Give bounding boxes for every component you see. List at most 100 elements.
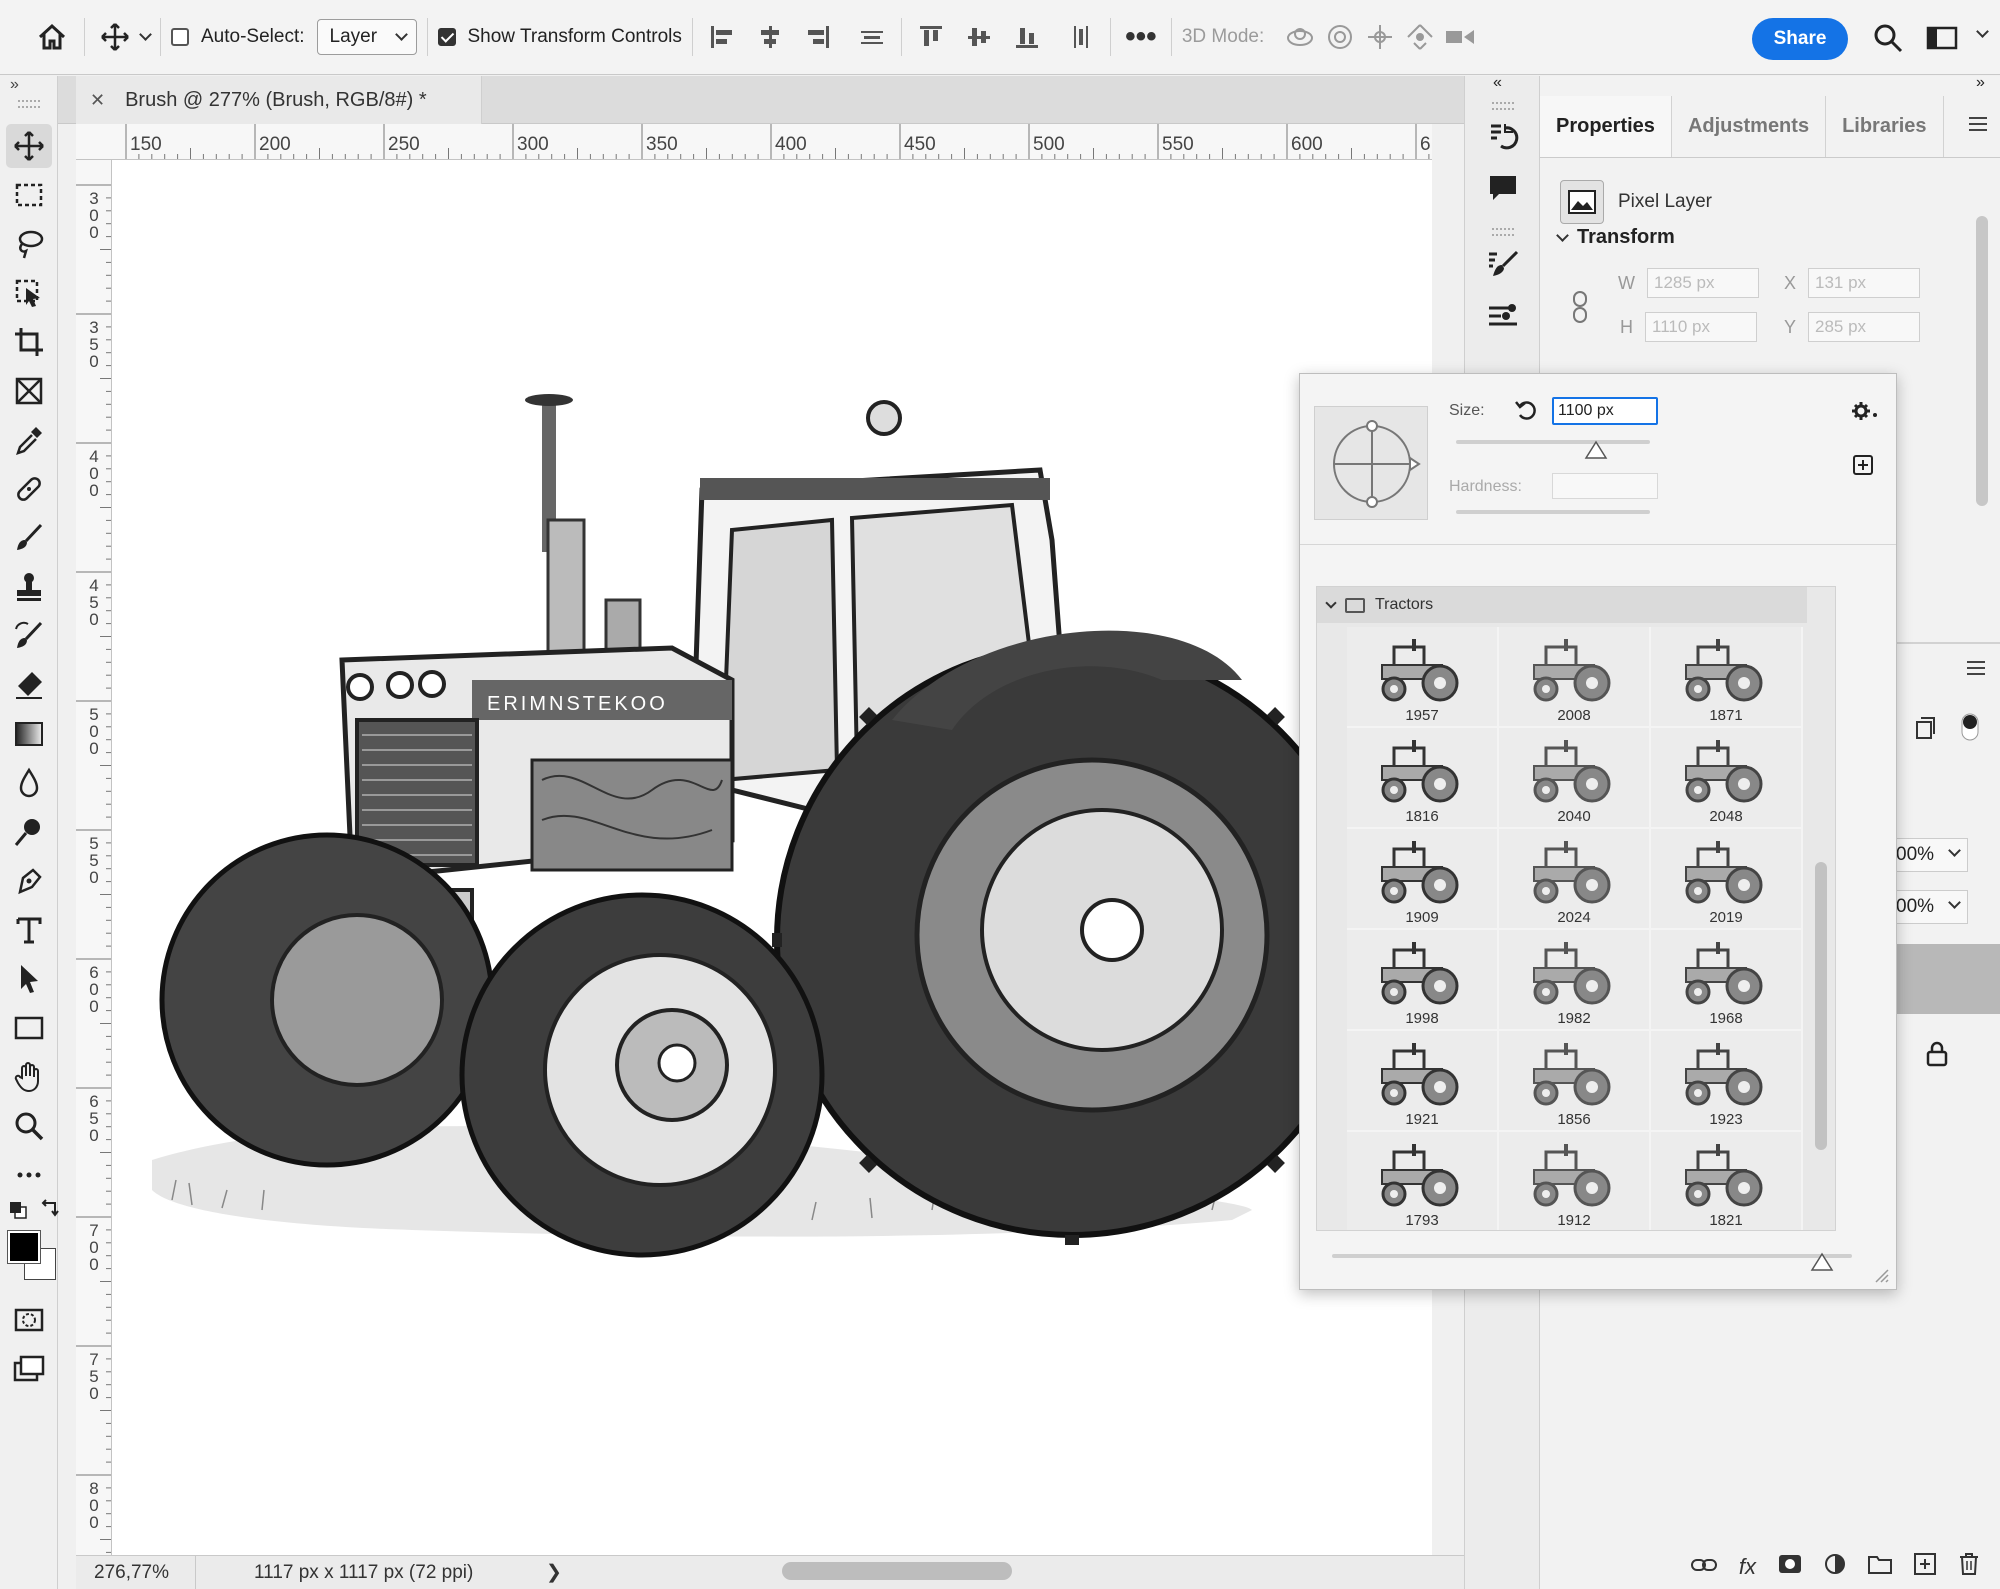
thumbnail-size-slider-thumb[interactable] <box>1810 1252 1834 1277</box>
search-icon[interactable] <box>1868 18 1908 58</box>
link-layers-icon[interactable] <box>1690 1556 1717 1579</box>
height-field[interactable]: 1110 px <box>1645 312 1757 342</box>
type-tool[interactable] <box>6 908 52 952</box>
lock-icon[interactable] <box>1926 1041 1948 1072</box>
zoom-tool[interactable] <box>6 1104 52 1148</box>
link-dimensions-icon[interactable] <box>1570 290 1590 329</box>
brush-preset-item[interactable]: 1871 <box>1651 627 1803 728</box>
swap-colors-icon[interactable] <box>40 1198 60 1218</box>
dock-grip[interactable] <box>1492 102 1514 110</box>
document-canvas[interactable]: ERIMNSTEKOO <box>112 160 1432 1555</box>
healing-brush-tool[interactable] <box>6 467 52 511</box>
horizontal-scrollbar[interactable] <box>782 1562 1012 1580</box>
orbit-3d-icon[interactable] <box>1280 17 1320 57</box>
object-selection-tool[interactable] <box>6 271 52 315</box>
document-tab[interactable]: ✕ Brush @ 277% (Brush, RGB/8#) * <box>76 76 482 124</box>
create-preset-icon[interactable] <box>1851 453 1875 482</box>
rectangle-tool[interactable] <box>6 1006 52 1050</box>
brush-preset-item[interactable]: 2040 <box>1499 728 1651 829</box>
status-chevron-right-icon[interactable]: ❯ <box>546 1561 562 1584</box>
filter-toggle-icon[interactable] <box>1960 712 1980 747</box>
comments-panel-icon[interactable] <box>1483 168 1523 208</box>
distribute-horizontal-icon[interactable] <box>853 18 891 56</box>
reset-size-icon[interactable] <box>1514 398 1538 427</box>
x-field[interactable]: 131 px <box>1808 268 1921 298</box>
toolbar-grip[interactable] <box>18 100 40 108</box>
thumbnail-size-slider[interactable] <box>1332 1254 1852 1258</box>
slide-3d-icon[interactable] <box>1400 17 1440 57</box>
default-colors-icon[interactable] <box>8 1200 28 1220</box>
edit-toolbar-icon[interactable] <box>6 1153 52 1197</box>
brush-preset-item[interactable]: 1816 <box>1347 728 1499 829</box>
brush-preset-item[interactable]: 1923 <box>1651 1031 1803 1132</box>
brush-preset-item[interactable]: 2019 <box>1651 829 1803 930</box>
brush-preset-item[interactable]: 1968 <box>1651 930 1803 1031</box>
brush-preset-item[interactable]: 2048 <box>1651 728 1803 829</box>
foreground-color-swatch[interactable] <box>7 1230 41 1264</box>
workspace-chevron-icon[interactable] <box>1976 25 1989 38</box>
transform-section-header[interactable]: Transform <box>1556 226 1675 249</box>
fx-icon[interactable]: fx <box>1739 1554 1756 1580</box>
dodge-tool[interactable] <box>6 810 52 854</box>
gradient-tool[interactable] <box>6 712 52 756</box>
workspace-icon[interactable] <box>1922 18 1962 58</box>
brush-list-scrollbar[interactable] <box>1815 862 1827 1150</box>
share-button[interactable]: Share <box>1752 18 1848 60</box>
brush-tip-preview[interactable] <box>1314 406 1428 520</box>
dock-grip[interactable] <box>1492 228 1514 236</box>
size-slider-thumb[interactable] <box>1584 440 1608 465</box>
brush-preset-item[interactable]: 1793 <box>1347 1132 1499 1230</box>
auto-select-dropdown[interactable]: Layer <box>316 19 417 55</box>
blur-tool[interactable] <box>6 761 52 805</box>
brushes-panel-icon[interactable] <box>1483 296 1523 336</box>
vertical-ruler[interactable]: 3 0 0 3 5 0 4 0 0 4 5 0 5 0 0 5 5 0 6 0 0 6 5 0… <box>76 160 112 1555</box>
history-brush-tool[interactable] <box>6 614 52 658</box>
rectangular-marquee-tool[interactable] <box>6 173 52 217</box>
path-selection-tool[interactable] <box>6 957 52 1001</box>
screen-mode-icon[interactable] <box>6 1347 52 1391</box>
move-tool-icon[interactable] <box>95 17 135 57</box>
crop-tool[interactable] <box>6 320 52 364</box>
show-transform-checkbox[interactable] <box>437 28 456 46</box>
tab-libraries[interactable]: Libraries <box>1826 96 1944 157</box>
tab-adjustments[interactable]: Adjustments <box>1672 96 1827 157</box>
auto-select-checkbox[interactable] <box>171 28 189 46</box>
size-slider[interactable] <box>1456 440 1650 444</box>
quick-mask-icon[interactable] <box>6 1298 52 1342</box>
brush-tool[interactable] <box>6 516 52 560</box>
fill-field[interactable]: 00% <box>1896 890 1968 924</box>
new-group-icon[interactable] <box>1868 1554 1892 1580</box>
zoom-level[interactable]: 276,77% <box>76 1556 196 1589</box>
pan-3d-icon[interactable] <box>1360 17 1400 57</box>
hardness-slider[interactable] <box>1456 510 1650 514</box>
history-panel-icon[interactable] <box>1483 116 1523 156</box>
frame-tool[interactable] <box>6 369 52 413</box>
selected-layer-row[interactable] <box>1896 944 2000 1014</box>
new-layer-icon[interactable] <box>1914 1553 1936 1581</box>
scale-3d-icon[interactable] <box>1440 17 1480 57</box>
close-document-icon[interactable]: ✕ <box>90 90 105 111</box>
properties-scrollbar[interactable] <box>1976 216 1988 506</box>
pen-tool[interactable] <box>6 859 52 903</box>
align-bottom-icon[interactable] <box>1008 18 1046 56</box>
hardness-input[interactable] <box>1552 473 1658 499</box>
layer-filter-icon[interactable] <box>1914 716 1936 745</box>
move-tool[interactable] <box>6 124 52 168</box>
lasso-tool[interactable] <box>6 222 52 266</box>
tab-properties[interactable]: Properties <box>1540 96 1672 157</box>
y-field[interactable]: 285 px <box>1808 312 1921 342</box>
brush-preset-item[interactable]: 1921 <box>1347 1031 1499 1132</box>
delete-layer-icon[interactable] <box>1958 1552 1980 1582</box>
collapse-toolbar-icon[interactable]: » <box>10 76 19 94</box>
align-top-icon[interactable] <box>912 18 950 56</box>
brush-preset-item[interactable]: 1998 <box>1347 930 1499 1031</box>
add-mask-icon[interactable] <box>1778 1554 1802 1580</box>
collapse-dock-icon[interactable]: « <box>1493 74 1502 92</box>
brush-preset-item[interactable]: 2024 <box>1499 829 1651 930</box>
brush-group-header[interactable]: Tractors <box>1317 587 1807 623</box>
move-preset-chevron-icon[interactable] <box>139 28 152 41</box>
brush-preset-item[interactable]: 1957 <box>1347 627 1499 728</box>
more-options-icon[interactable]: ••• <box>1121 17 1161 57</box>
resize-grip-icon[interactable] <box>1872 1266 1890 1289</box>
distribute-vertical-icon[interactable] <box>1062 18 1100 56</box>
